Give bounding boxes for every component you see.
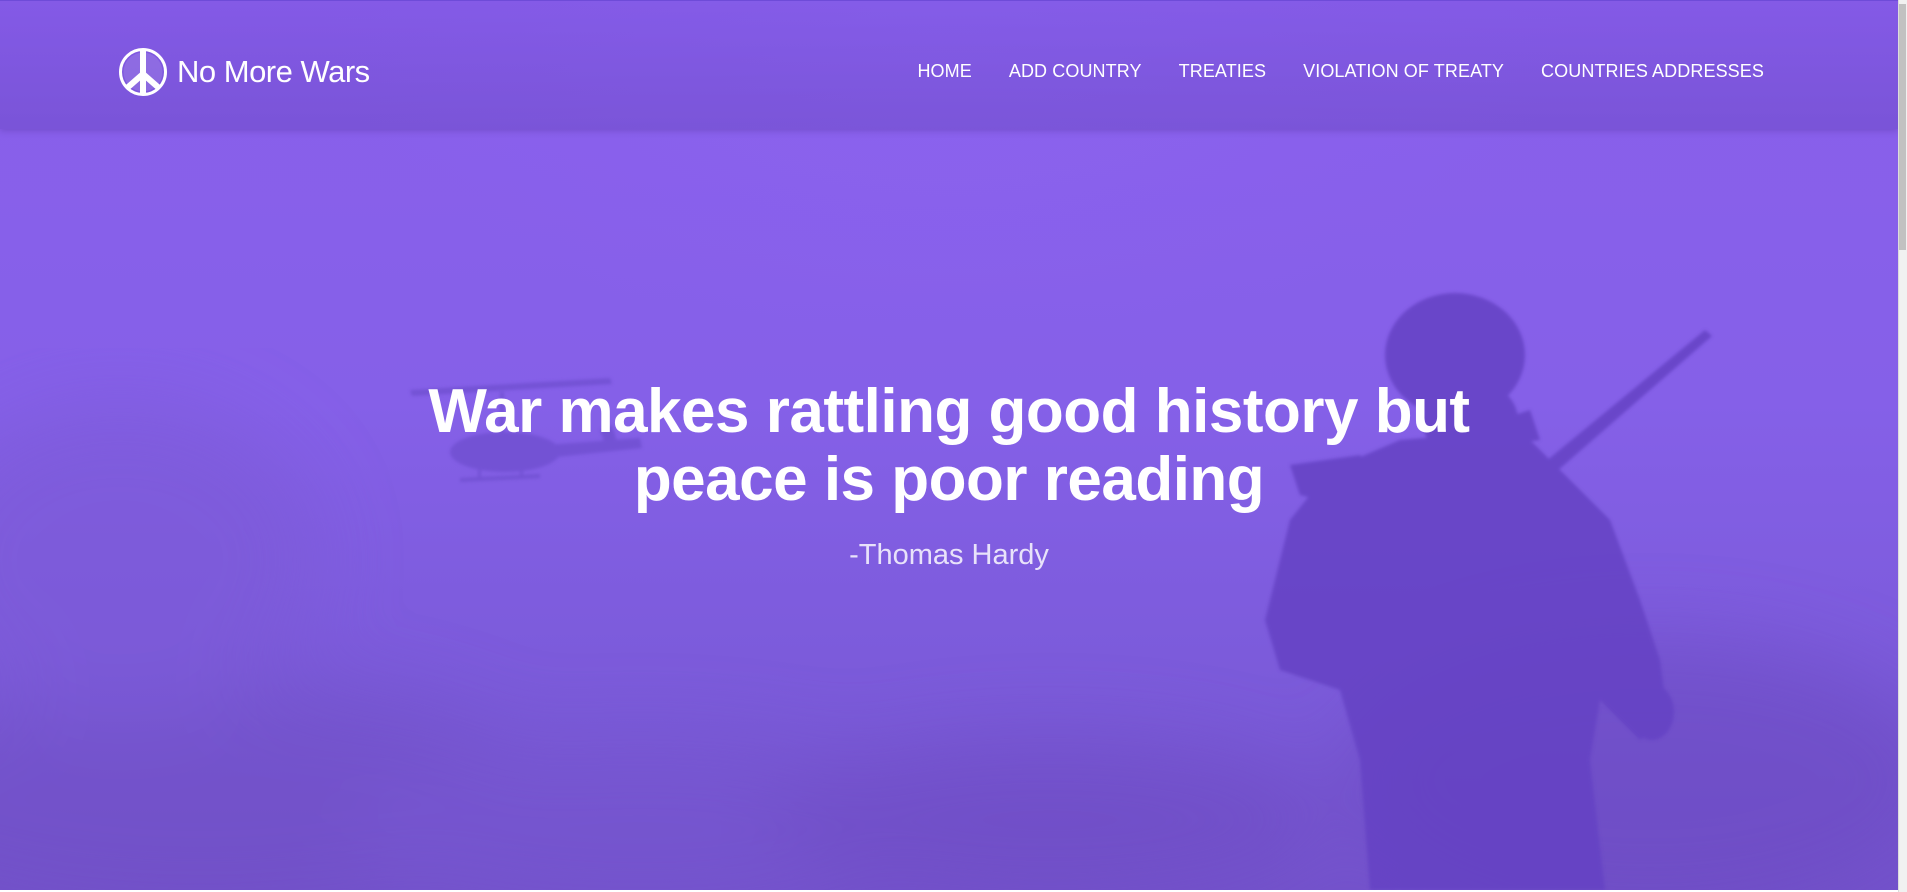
nav-violation-of-treaty[interactable]: VIOLATION OF TREATY (1303, 61, 1504, 82)
brand-link[interactable]: No More Wars (118, 47, 370, 97)
brand-name: No More Wars (177, 54, 370, 89)
top-navbar: No More Wars HOME ADD COUNTRY TREATIES V… (0, 0, 1898, 129)
main-nav: HOME ADD COUNTRY TREATIES VIOLATION OF T… (917, 61, 1764, 82)
hero-section: No More Wars HOME ADD COUNTRY TREATIES V… (0, 0, 1898, 890)
hero-quote-line-2: peace is poor reading (633, 445, 1265, 514)
peace-sign-icon (119, 48, 167, 96)
hero-quote-author: -Thomas Hardy (849, 539, 1049, 571)
nav-home[interactable]: HOME (917, 61, 971, 82)
nav-add-country[interactable]: ADD COUNTRY (1009, 61, 1142, 82)
hero-quote-line-1: War makes rattling good history but (428, 377, 1470, 446)
nav-treaties[interactable]: TREATIES (1179, 61, 1266, 82)
scrollbar-thumb[interactable] (1899, 4, 1906, 250)
nav-countries-addresses[interactable]: COUNTRIES ADDRESSES (1541, 61, 1764, 82)
hero-quote: War makes rattling good history but peac… (0, 378, 1898, 514)
